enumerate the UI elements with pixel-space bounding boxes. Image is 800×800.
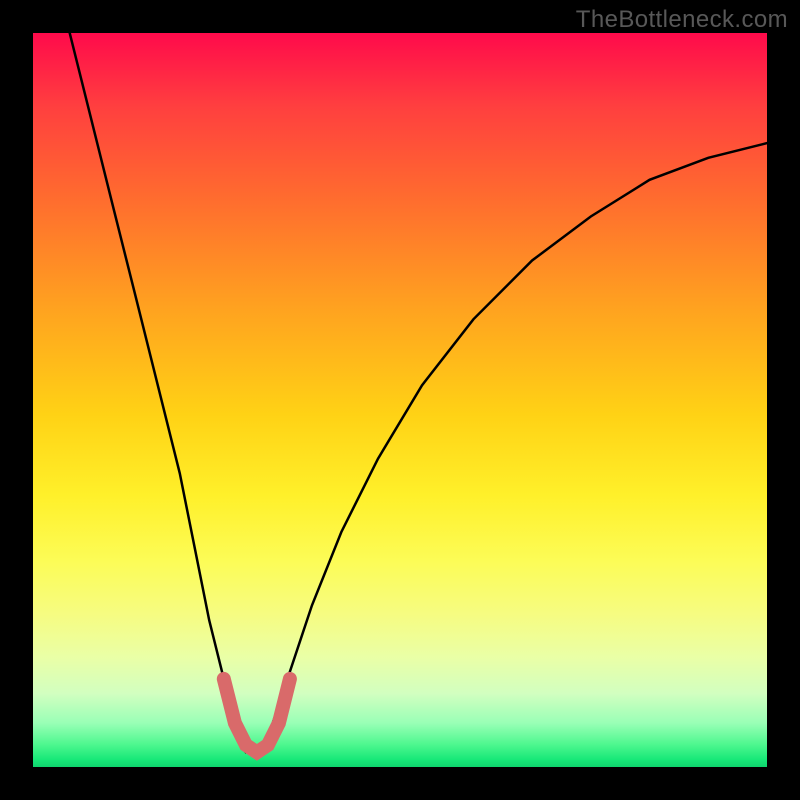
chart-frame: TheBottleneck.com xyxy=(0,0,800,800)
watermark-text: TheBottleneck.com xyxy=(576,6,788,34)
bottleneck-curve xyxy=(33,33,767,767)
plot-area xyxy=(33,33,767,767)
